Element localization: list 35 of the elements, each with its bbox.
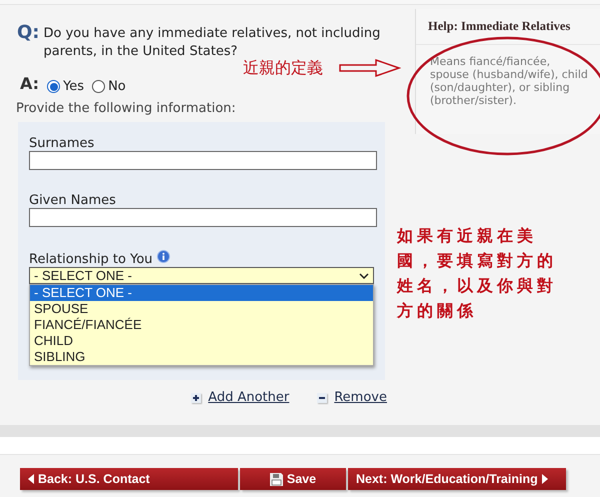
left-caret-icon <box>28 474 34 484</box>
minus-icon <box>317 392 328 403</box>
text-field[interactable] <box>29 151 377 170</box>
field-label: Relationship to You <box>29 252 153 267</box>
save-button[interactable]: Save <box>240 468 346 490</box>
answer-label: A: <box>20 72 40 95</box>
field-label: Given Names <box>29 193 117 208</box>
radio-option[interactable]: No <box>92 77 126 96</box>
back-button[interactable]: Back: U.S. Contact <box>20 468 238 490</box>
dropdown-option[interactable]: SPOUSE <box>30 301 373 317</box>
arrow-drawing <box>339 58 401 78</box>
info-icon[interactable] <box>156 250 170 263</box>
dropdown-option[interactable]: - SELECT ONE - <box>30 285 373 301</box>
plus-icon <box>191 392 202 403</box>
dropdown-option[interactable]: FIANCÉ/FIANCÉE <box>30 317 373 333</box>
add-another-link[interactable]: Add Another <box>208 388 290 408</box>
radio-button[interactable] <box>47 80 60 94</box>
instruction-text: Provide the following information: <box>16 100 237 118</box>
radio-button[interactable] <box>92 80 106 94</box>
dropdown-option[interactable]: SIBLING <box>30 349 373 365</box>
radio-option[interactable]: Yes <box>47 77 84 96</box>
help-text: Means fiancé/fiancée, spouse (husband/wife), child (son/daughter), or sibling (brother/sister). <box>430 54 588 107</box>
question-text: Do you have any immediate relatives, not including parents, in the United States? <box>44 25 382 60</box>
field-label: Surnames <box>29 136 96 151</box>
annotation-text: 如果有近親在美國，要填寫對方的姓名，以及你與對方的關係 <box>397 225 558 322</box>
right-caret-icon <box>542 474 548 484</box>
chevron-down-icon <box>359 272 369 278</box>
annotation-text: 近親的定義 <box>243 57 323 79</box>
relationship-select[interactable]: - SELECT ONE - <box>29 267 374 284</box>
remove-link[interactable]: Remove <box>334 388 387 408</box>
dropdown-option[interactable]: CHILD <box>30 333 373 349</box>
next-button[interactable]: Next: Work/Education/Training <box>348 468 566 490</box>
help-title: Help: Immediate Relatives <box>416 9 600 45</box>
question-label: Q: <box>17 22 40 44</box>
text-field[interactable] <box>29 208 377 227</box>
